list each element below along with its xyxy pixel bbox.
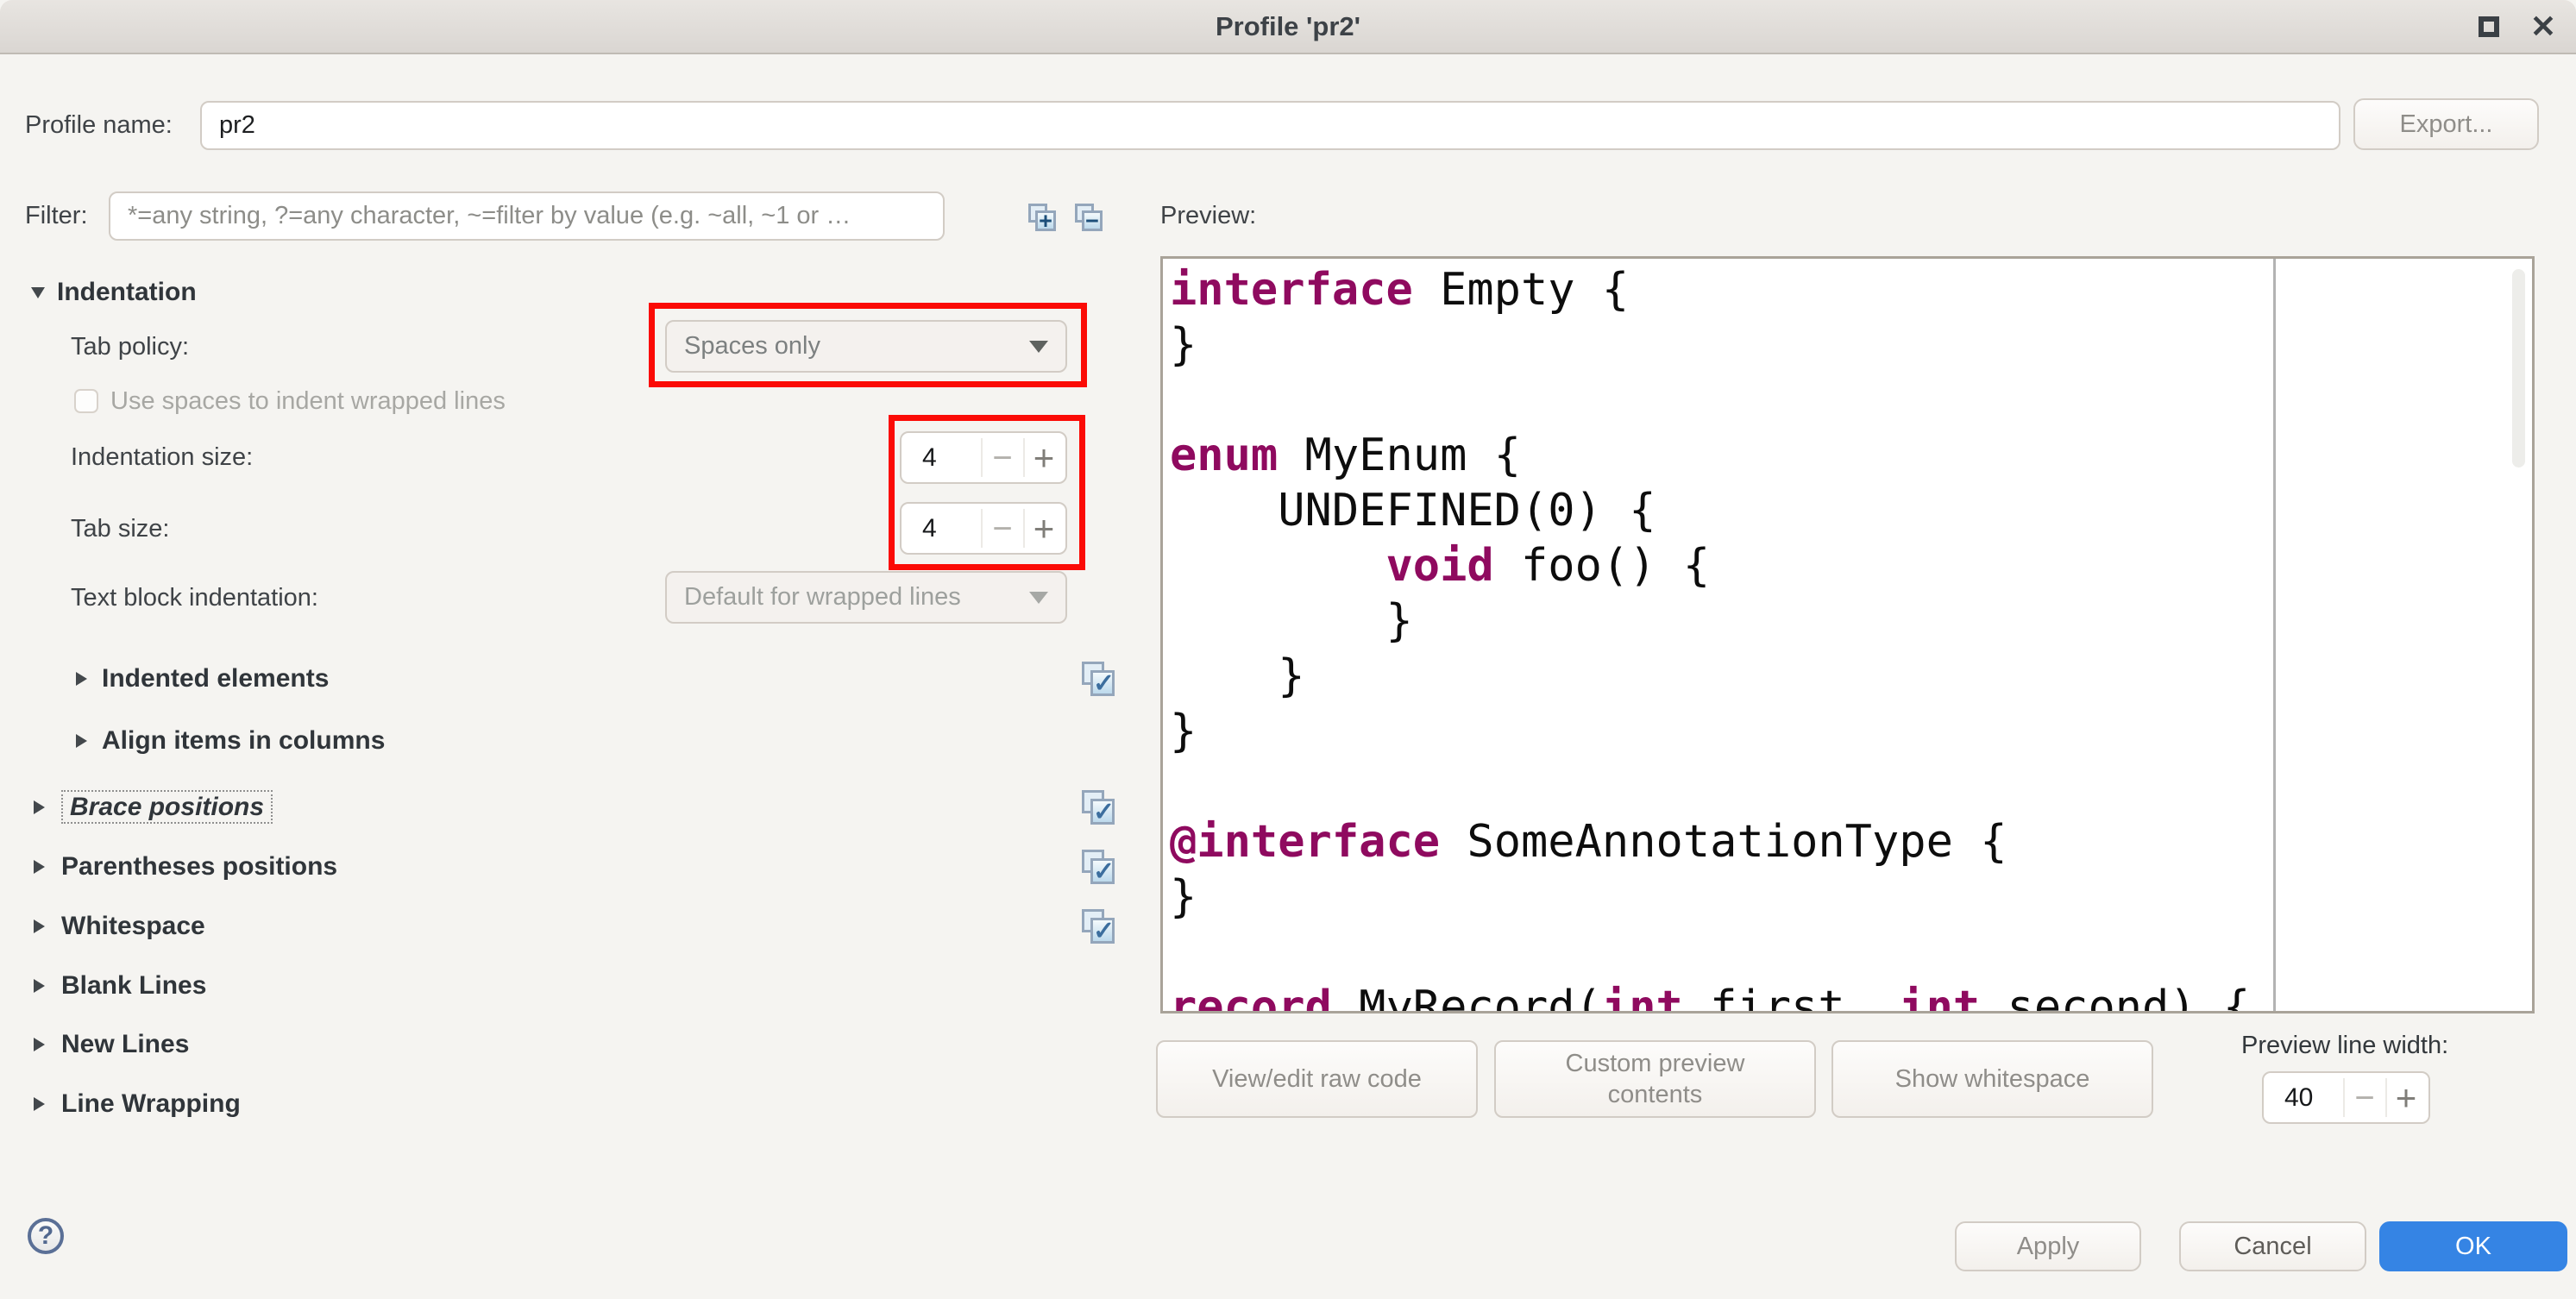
code-line: @interface SomeAnnotationType {: [1170, 814, 2511, 869]
parentheses-positions-section-checkbox[interactable]: ✓: [1082, 850, 1115, 884]
margin-guide-line: [2273, 259, 2276, 1011]
code-line: interface Empty {: [1170, 262, 2511, 317]
chevron-right-icon[interactable]: [34, 919, 45, 933]
use-spaces-checkbox: [74, 389, 98, 413]
chevron-right-icon[interactable]: [34, 1038, 45, 1051]
tree-item-whitespace[interactable]: Whitespace: [61, 909, 205, 944]
chevron-down-icon[interactable]: [31, 287, 45, 298]
code-line: enum MyEnum {: [1170, 428, 2511, 483]
chevron-right-icon[interactable]: [34, 1097, 45, 1111]
ok-button[interactable]: OK: [2379, 1221, 2567, 1271]
indented-elements-section-checkbox[interactable]: ✓: [1082, 662, 1115, 696]
tab-policy-label: Tab policy:: [71, 329, 189, 364]
chevron-down-icon: [1029, 592, 1048, 604]
check-icon: ✓: [1090, 799, 1115, 825]
preview-label: Preview:: [1160, 191, 1256, 241]
formatter-profile-dialog: { "colors": { "accent": "#3584e4", "keyw…: [0, 0, 2576, 1299]
brace-positions-section-checkbox[interactable]: ✓: [1082, 790, 1115, 825]
tree-item-indented-elements[interactable]: Indented elements: [102, 662, 329, 696]
code-line: [1170, 373, 2511, 428]
tree-item-parentheses-positions[interactable]: Parentheses positions: [61, 850, 337, 884]
code-line: }: [1170, 649, 2511, 704]
maximize-button[interactable]: [2463, 0, 2515, 53]
text-block-indentation-label: Text block indentation:: [71, 580, 318, 615]
code-line: [1170, 759, 2511, 814]
tree-item-brace-positions[interactable]: Brace positions: [61, 790, 273, 825]
code-line: UNDEFINED(0) {: [1170, 483, 2511, 538]
code-area: interface Empty {} enum MyEnum { UNDEFIN…: [1170, 262, 2511, 1013]
tree-item-blank-lines[interactable]: Blank Lines: [61, 969, 206, 1003]
preview-line-width-spinner: 40 − +: [2262, 1071, 2430, 1124]
code-line: }: [1170, 704, 2511, 759]
preview-pane: interface Empty {} enum MyEnum { UNDEFIN…: [1160, 256, 2535, 1013]
code-line: record MyRecord(int first, int second) {: [1170, 980, 2511, 1013]
tree-item-new-lines[interactable]: New Lines: [61, 1027, 189, 1062]
text-block-indentation-dropdown: Default for wrapped lines: [665, 571, 1067, 624]
indentation-size-label: Indentation size:: [71, 440, 253, 474]
close-button[interactable]: ✕: [2517, 0, 2569, 53]
help-button[interactable]: ?: [28, 1218, 64, 1254]
line-width-increment-button[interactable]: +: [2385, 1073, 2427, 1122]
custom-preview-contents-button[interactable]: Custom preview contents: [1494, 1040, 1816, 1118]
expand-all-button[interactable]: +: [1028, 204, 1056, 231]
highlight-size-spinners: [889, 415, 1085, 570]
expand-all-icon: +: [1035, 210, 1056, 231]
code-line: }: [1170, 869, 2511, 925]
tab-size-label: Tab size:: [71, 511, 169, 546]
code-line: }: [1170, 317, 2511, 373]
view-edit-raw-code-button[interactable]: View/edit raw code: [1156, 1040, 1478, 1118]
preview-line-width-label: Preview line width:: [2241, 1028, 2448, 1063]
question-icon: ?: [38, 1221, 53, 1251]
window-title: Profile 'pr2': [0, 0, 2576, 53]
chevron-right-icon[interactable]: [76, 734, 87, 748]
tree-item-align-items-in-columns[interactable]: Align items in columns: [102, 724, 385, 758]
profile-name-label: Profile name:: [25, 101, 173, 150]
titlebar: Profile 'pr2' ✕: [0, 0, 2576, 54]
cancel-button[interactable]: Cancel: [2179, 1221, 2366, 1271]
code-line: void foo() {: [1170, 538, 2511, 593]
export-button[interactable]: Export...: [2353, 98, 2539, 150]
close-icon: ✕: [2530, 9, 2556, 45]
filter-label: Filter:: [25, 191, 88, 241]
collapse-all-icon: −: [1082, 210, 1103, 231]
code-line: }: [1170, 593, 2511, 649]
apply-button[interactable]: Apply: [1955, 1221, 2141, 1271]
highlight-tab-policy: [649, 303, 1087, 387]
use-spaces-label: Use spaces to indent wrapped lines: [110, 384, 506, 418]
filter-input[interactable]: [109, 191, 945, 241]
chevron-right-icon[interactable]: [34, 800, 45, 814]
line-width-decrement-button[interactable]: −: [2344, 1073, 2385, 1122]
whitespace-section-checkbox[interactable]: ✓: [1082, 909, 1115, 944]
preview-line-width-value[interactable]: 40: [2284, 1073, 2313, 1122]
collapse-all-button[interactable]: −: [1075, 204, 1103, 231]
check-icon: ✓: [1090, 918, 1115, 944]
check-icon: ✓: [1090, 858, 1115, 884]
preview-scrollbar[interactable]: [2512, 269, 2525, 468]
code-line: [1170, 925, 2511, 980]
chevron-right-icon[interactable]: [34, 979, 45, 993]
maximize-icon: [2479, 16, 2499, 37]
check-icon: ✓: [1090, 670, 1115, 696]
tree-item-indentation[interactable]: Indentation: [57, 275, 197, 310]
chevron-right-icon[interactable]: [34, 860, 45, 874]
tree-item-line-wrapping[interactable]: Line Wrapping: [61, 1087, 241, 1121]
show-whitespace-button[interactable]: Show whitespace: [1831, 1040, 2153, 1118]
profile-name-input[interactable]: [200, 101, 2340, 150]
chevron-right-icon[interactable]: [76, 672, 87, 686]
